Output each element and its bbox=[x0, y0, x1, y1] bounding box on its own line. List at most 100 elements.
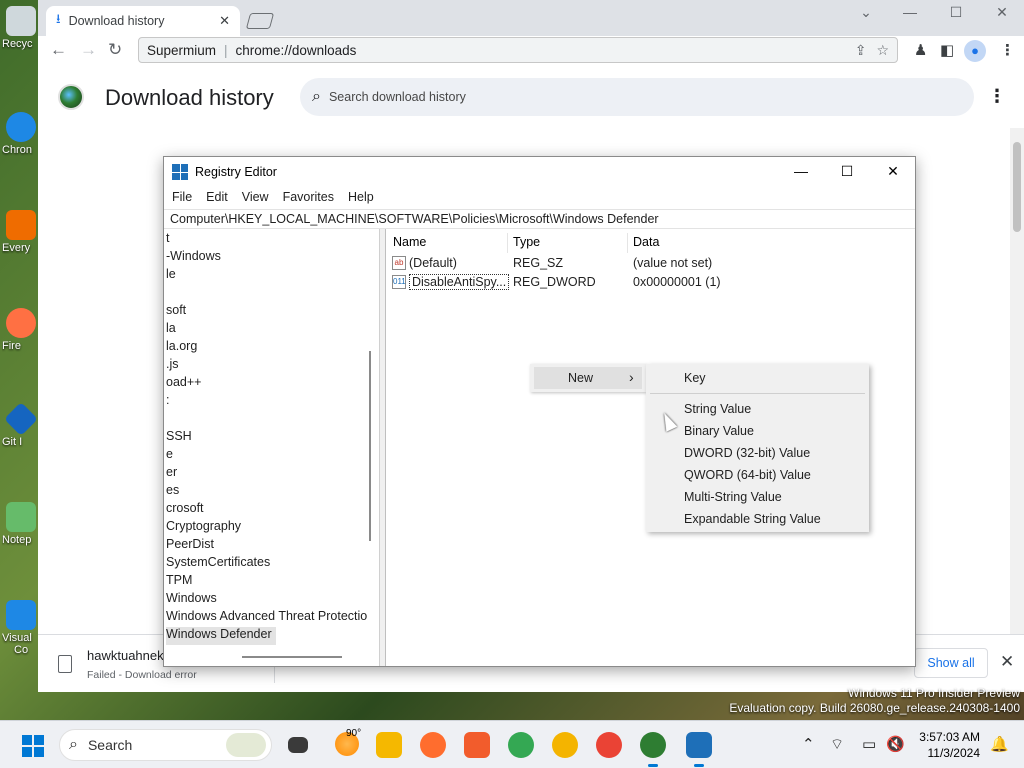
tree-item[interactable]: TPM bbox=[166, 573, 192, 591]
reload-icon[interactable]: ↻ bbox=[108, 40, 122, 60]
close-button[interactable]: ✕ bbox=[870, 163, 916, 180]
tree-item[interactable]: : bbox=[166, 393, 169, 411]
tree-item[interactable]: crosoft bbox=[166, 501, 204, 519]
tree-item[interactable]: PeerDist bbox=[166, 537, 214, 555]
column-header-name[interactable]: Name bbox=[393, 235, 426, 249]
brave-icon[interactable] bbox=[464, 732, 490, 758]
column-divider[interactable] bbox=[627, 233, 628, 253]
bookmark-star-icon[interactable]: ☆ bbox=[876, 42, 889, 59]
chrome-canary-icon[interactable] bbox=[552, 732, 578, 758]
chrome-icon[interactable] bbox=[508, 732, 534, 758]
tree-item[interactable]: er bbox=[166, 465, 177, 483]
menu-file[interactable]: File bbox=[164, 187, 198, 207]
minimize-button[interactable]: — bbox=[778, 163, 824, 179]
tree-item-selected[interactable]: Windows Defender bbox=[166, 627, 276, 645]
tree-scrollbar[interactable] bbox=[369, 351, 371, 541]
column-divider[interactable] bbox=[507, 233, 508, 253]
volume-muted-icon[interactable]: 🔇 bbox=[886, 735, 905, 753]
back-icon[interactable]: ← bbox=[50, 40, 67, 60]
download-item-name[interactable]: hawktuahnek bbox=[87, 648, 164, 663]
registry-editor-icon[interactable] bbox=[686, 732, 712, 767]
tree-item[interactable]: e bbox=[166, 447, 173, 465]
chevron-up-icon[interactable]: ⌃ bbox=[802, 735, 815, 753]
desktop-icon-git[interactable]: Git I bbox=[2, 402, 38, 448]
tab-download-history[interactable]: ⭳ Download history ✕ bbox=[46, 6, 240, 36]
search-placeholder: Search download history bbox=[328, 90, 466, 104]
tree-item[interactable]: le bbox=[166, 267, 176, 285]
tree-item[interactable]: la bbox=[166, 321, 176, 339]
close-shelf-icon[interactable]: ✕ bbox=[1000, 652, 1014, 672]
new-tab-button[interactable] bbox=[245, 13, 275, 29]
tree-item[interactable]: SSH bbox=[166, 429, 192, 447]
tree-item[interactable]: Windows bbox=[166, 591, 217, 609]
address-path[interactable]: Computer\HKEY_LOCAL_MACHINE\SOFTWARE\Pol… bbox=[164, 209, 915, 229]
desktop-icon-firefox[interactable]: Fire bbox=[2, 308, 38, 352]
menu-edit[interactable]: Edit bbox=[198, 187, 234, 207]
desktop-icon-recycle-bin[interactable]: Recyc bbox=[2, 6, 38, 50]
firefox-icon[interactable] bbox=[420, 732, 446, 758]
value-data: 0x00000001 (1) bbox=[633, 275, 721, 289]
show-all-button[interactable]: Show all bbox=[914, 648, 988, 678]
profile-avatar[interactable]: ● bbox=[964, 40, 986, 62]
tab-close-icon[interactable]: ✕ bbox=[219, 13, 230, 29]
taskbar-search[interactable]: ⌕ Search bbox=[59, 729, 272, 761]
tree-item[interactable]: soft bbox=[166, 303, 186, 321]
desktop-icon-vscode[interactable]: Visual Co bbox=[2, 600, 38, 656]
chrome-icon[interactable] bbox=[596, 732, 622, 758]
desktop-icon-notepad[interactable]: Notep bbox=[2, 502, 38, 546]
maximize-button[interactable]: ☐ bbox=[824, 163, 870, 180]
network-icon[interactable]: ⌔ bbox=[830, 735, 844, 754]
display-icon[interactable]: ▭ bbox=[862, 735, 876, 753]
search-highlight-icon bbox=[226, 733, 266, 757]
menu-item-dword-value[interactable]: DWORD (32-bit) Value bbox=[684, 446, 810, 460]
tree-item[interactable]: .js bbox=[166, 357, 179, 375]
tree-item[interactable]: la.org bbox=[166, 339, 197, 357]
minimize-button[interactable]: — bbox=[890, 4, 930, 20]
search-download-history-input[interactable]: ⌕ Search download history bbox=[300, 78, 974, 116]
downloads-menu-icon[interactable]: ⋮ bbox=[988, 86, 1006, 107]
tree-item[interactable]: t bbox=[166, 231, 169, 249]
close-window-button[interactable]: ✕ bbox=[982, 4, 1022, 21]
regedit-titlebar[interactable]: Registry Editor — ☐ ✕ bbox=[164, 157, 915, 187]
menu-item-binary-value[interactable]: Binary Value bbox=[684, 424, 754, 438]
address-bar[interactable]: Supermium | chrome://downloads ⇪ ☆ bbox=[138, 37, 898, 63]
extensions-icon[interactable]: ♟ bbox=[914, 41, 927, 59]
page-scrollbar[interactable] bbox=[1010, 128, 1024, 634]
menu-help[interactable]: Help bbox=[340, 187, 380, 207]
menu-item-multi-string-value[interactable]: Multi-String Value bbox=[684, 490, 782, 504]
supermium-icon[interactable] bbox=[640, 732, 666, 767]
menu-item-key[interactable]: Key bbox=[684, 371, 706, 385]
task-view-icon[interactable] bbox=[288, 737, 308, 753]
value-row[interactable]: 011 DisableAntiSpy... REG_DWORD 0x000000… bbox=[390, 274, 910, 292]
clock-date: 11/3/2024 bbox=[927, 746, 981, 760]
notepad-icon bbox=[6, 502, 36, 532]
desktop-icon-chrome[interactable]: Chron bbox=[2, 112, 38, 156]
column-header-type[interactable]: Type bbox=[513, 235, 540, 249]
maximize-button[interactable]: ☐ bbox=[936, 4, 976, 21]
file-explorer-icon[interactable] bbox=[376, 732, 402, 758]
start-button[interactable] bbox=[22, 735, 44, 757]
menu-view[interactable]: View bbox=[234, 187, 275, 207]
tree-item[interactable]: Cryptography bbox=[166, 519, 241, 537]
menu-item-string-value[interactable]: String Value bbox=[684, 402, 751, 416]
side-panel-icon[interactable]: ◧ bbox=[940, 41, 954, 59]
tree-item[interactable]: SystemCertificates bbox=[166, 555, 270, 573]
share-icon[interactable]: ⇪ bbox=[855, 42, 867, 59]
tree-item[interactable]: oad++ bbox=[166, 375, 201, 393]
forward-icon[interactable]: → bbox=[80, 40, 97, 60]
tree-item[interactable]: -Windows bbox=[166, 249, 221, 267]
menu-favorites[interactable]: Favorites bbox=[275, 187, 340, 207]
scrollbar-thumb[interactable] bbox=[1013, 142, 1021, 232]
notifications-bell-icon[interactable]: 🔔 bbox=[990, 735, 1009, 753]
desktop-icon-everything[interactable]: Every bbox=[2, 210, 38, 254]
menu-item-expandable-string-value[interactable]: Expandable String Value bbox=[684, 512, 821, 526]
column-header-data[interactable]: Data bbox=[633, 235, 659, 249]
tree-item[interactable]: es bbox=[166, 483, 179, 501]
value-row[interactable]: ab (Default) REG_SZ (value not set) bbox=[390, 255, 910, 273]
menu-item-qword-value[interactable]: QWORD (64-bit) Value bbox=[684, 468, 811, 482]
tree-horizontal-scrollbar[interactable] bbox=[242, 656, 342, 658]
tab-search-icon[interactable]: ⌄ bbox=[846, 4, 886, 21]
clock[interactable]: 3:57:03 AM 11/3/2024 bbox=[912, 729, 980, 761]
menu-kebab-icon[interactable]: ⋮ bbox=[1000, 41, 1015, 59]
tree-item[interactable]: Windows Advanced Threat Protectio bbox=[166, 609, 367, 627]
